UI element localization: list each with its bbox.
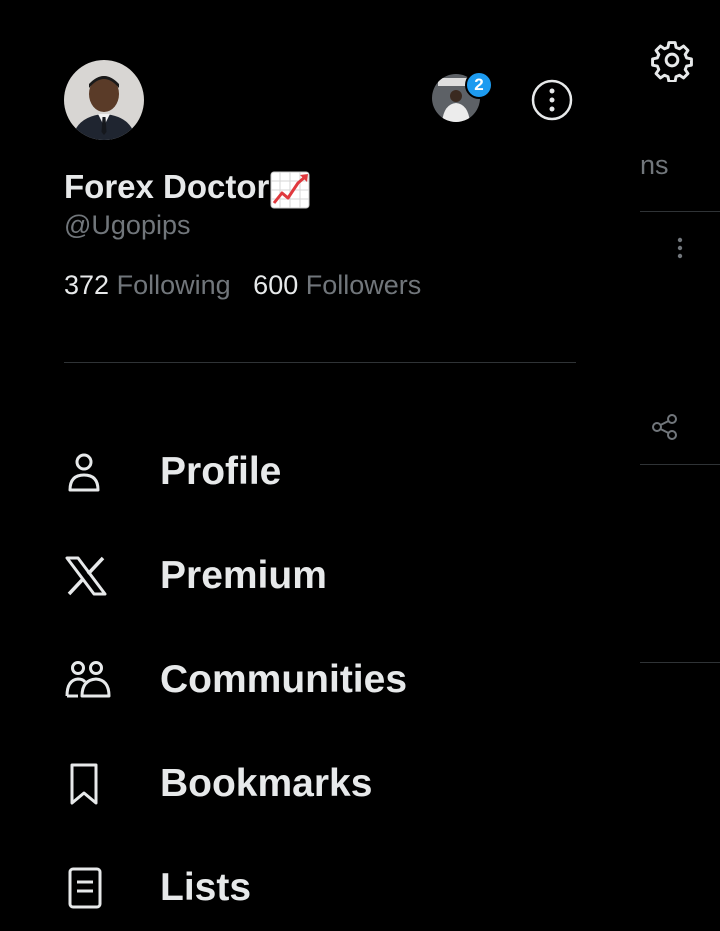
following-link[interactable]: 372 Following (64, 270, 238, 300)
more-options-icon[interactable] (530, 78, 574, 122)
menu-item-bookmarks[interactable]: Bookmarks (64, 754, 584, 814)
user-handle[interactable]: @Ugopips (64, 210, 190, 241)
avatar-image (64, 60, 144, 140)
background-page (640, 0, 720, 931)
person-icon (64, 448, 112, 496)
bookmark-icon (64, 760, 112, 808)
lists-icon (64, 864, 112, 912)
menu-item-lists[interactable]: Lists (64, 858, 584, 918)
profile-avatar[interactable] (64, 60, 144, 140)
menu-label: Communities (160, 658, 408, 701)
background-share-icon (652, 414, 677, 440)
menu-label: Bookmarks (160, 762, 373, 805)
background-more-icon (677, 237, 683, 259)
follow-stats: 372 Following 600 Followers (64, 270, 421, 301)
chart-increasing-icon (270, 171, 310, 209)
navigation-drawer: 2 Forex Doctor @Ugopips 372 Following 60… (0, 0, 640, 931)
following-count: 372 (64, 270, 110, 300)
menu-item-communities[interactable]: Communities (64, 650, 584, 710)
background-divider (640, 211, 720, 212)
communities-icon (64, 656, 112, 704)
followers-link[interactable]: 600 Followers (253, 270, 421, 300)
followers-label: Followers (305, 270, 422, 300)
x-logo-icon (64, 552, 112, 600)
menu-item-profile[interactable]: Profile (64, 442, 584, 502)
menu-label: Profile (160, 450, 282, 493)
drawer-divider (64, 362, 576, 363)
following-label: Following (116, 270, 231, 300)
background-divider (640, 464, 720, 465)
menu-item-premium[interactable]: Premium (64, 546, 584, 606)
display-name[interactable]: Forex Doctor (64, 168, 269, 206)
background-tab-fragment: ns (640, 150, 669, 180)
settings-gear-icon[interactable] (650, 38, 694, 82)
followers-count: 600 (253, 270, 299, 300)
menu-label: Lists (160, 866, 252, 909)
background-divider (640, 662, 720, 663)
notification-badge: 2 (465, 71, 493, 99)
menu-label: Premium (160, 554, 327, 597)
